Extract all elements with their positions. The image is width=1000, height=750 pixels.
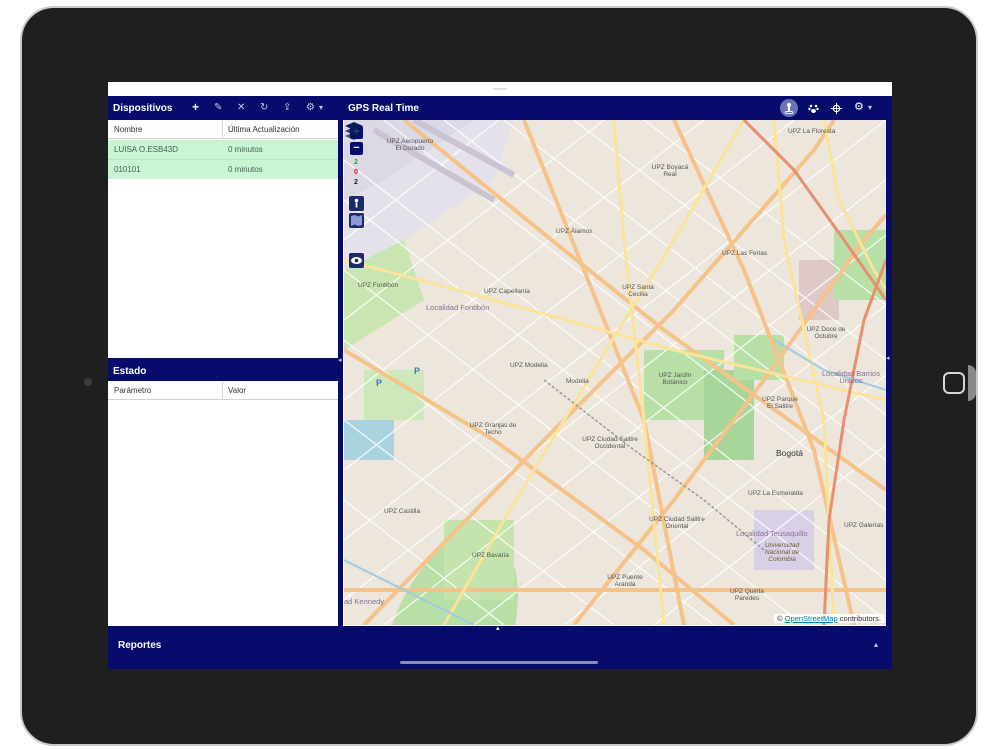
- side-button[interactable]: [968, 365, 976, 401]
- remove-icon[interactable]: ✕: [237, 103, 245, 113]
- map-label: Localidad Fontibón: [426, 303, 490, 312]
- counter-offline: 0: [354, 169, 358, 176]
- attribution-prefix: ©: [777, 614, 785, 623]
- map-label: UPZ Santa Cecilia: [622, 284, 654, 298]
- panel-splitter[interactable]: ◂: [338, 96, 343, 626]
- map-label: UPZ Jardín Botánico: [658, 372, 692, 386]
- map-label: UPZ La Esmeralda: [748, 490, 803, 497]
- devices-title: Dispositivos: [113, 103, 173, 114]
- column-nombre[interactable]: Nombre: [114, 125, 142, 134]
- chevron-down-icon[interactable]: ▾: [319, 103, 323, 113]
- map-label: UPZ Capellanía: [484, 288, 530, 295]
- map-label: Localidad Teusaquillo: [736, 529, 808, 538]
- map-label: UPZ Ciudad Salitre Occidental: [582, 436, 638, 450]
- person-location-icon[interactable]: [780, 99, 798, 117]
- map-label: UPZ La Floresta: [788, 128, 836, 135]
- map-label: UPZ Modelia: [510, 362, 548, 369]
- state-grid-header: Parámetro Valor: [108, 381, 338, 400]
- pull-handle[interactable]: [493, 88, 507, 90]
- map-view[interactable]: UPZ Aeropuerto El Dorado UPZ La Floresta…: [344, 120, 886, 625]
- column-parametro[interactable]: Parámetro: [114, 386, 151, 395]
- map-label: UPZ Parque El Salitre: [762, 396, 798, 410]
- collapse-left-icon[interactable]: ◂: [338, 356, 342, 364]
- map-label: UPZ Puente Aranda: [607, 574, 643, 588]
- counter-total: 2: [354, 179, 358, 186]
- edit-icon[interactable]: ✎: [214, 103, 222, 113]
- column-ultima-actualizacion[interactable]: Última Actualización: [228, 125, 300, 134]
- device-updated: 0 minutos: [228, 145, 263, 154]
- zoom-out-button[interactable]: −: [350, 142, 363, 155]
- parking-icon: P: [376, 378, 383, 388]
- layers-icon[interactable]: [344, 120, 364, 140]
- map-label: Localidad Barrios Unidos: [822, 369, 880, 385]
- add-icon[interactable]: +: [192, 101, 199, 113]
- home-button[interactable]: [943, 372, 965, 394]
- state-header: Estado: [108, 358, 338, 381]
- crosshair-icon[interactable]: [831, 103, 842, 114]
- table-row[interactable]: LUISA O.ESB43D 0 minutos: [108, 140, 338, 159]
- device-updated: 0 minutos: [228, 165, 263, 174]
- reportes-panel[interactable]: ▴ Reportes ▴: [108, 624, 892, 669]
- map-label: UPZ Álamos: [556, 228, 593, 235]
- state-title: Estado: [113, 366, 147, 377]
- map-label: ad Kennedy: [344, 597, 385, 606]
- gear-icon[interactable]: ⚙: [854, 102, 864, 113]
- refresh-icon[interactable]: ↻: [260, 103, 268, 113]
- map-label: UPZ Castilla: [384, 508, 421, 515]
- top-strip: [108, 82, 892, 96]
- home-indicator: [400, 661, 598, 664]
- column-valor[interactable]: Valor: [228, 386, 246, 395]
- map-layer-button[interactable]: [349, 213, 364, 228]
- map-right-border: ◂: [886, 120, 892, 626]
- counter-online: 2: [354, 159, 358, 166]
- map-title: GPS Real Time: [348, 103, 419, 114]
- table-row[interactable]: 010101 0 minutos: [108, 159, 338, 179]
- parking-icon: P: [414, 366, 421, 376]
- devices-header: Dispositivos + ✎ ✕ ↻ ⇪ ⚙ ▾: [108, 96, 338, 120]
- map-label: UPZ Granjas de Techo: [469, 422, 517, 436]
- map-label: UPZ Bavaria: [472, 552, 509, 559]
- map-label: UPZ Galerías: [844, 522, 884, 529]
- expand-up-icon[interactable]: ▴: [496, 624, 500, 632]
- map-label: Modelia: [566, 378, 589, 385]
- map-label: UPZ Aeropuerto El Dorado: [386, 138, 434, 152]
- device-name: LUISA O.ESB43D: [114, 145, 179, 154]
- settings-icon[interactable]: ⚙: [306, 103, 315, 113]
- devices-grid-header: Nombre Última Actualización: [108, 120, 338, 139]
- map-label: UPZ Las Ferias: [722, 250, 768, 257]
- map-label: Universidad Nacional de Colombia: [764, 542, 800, 563]
- person-marker-button[interactable]: [349, 196, 364, 211]
- paw-icon[interactable]: [808, 103, 819, 114]
- reportes-title: Reportes: [118, 640, 162, 651]
- camera-dot: [84, 378, 92, 386]
- map-label: UPZ Boyacá Real: [651, 164, 689, 178]
- app-screen: Dispositivos + ✎ ✕ ↻ ⇪ ⚙ ▾ Nombre Última…: [108, 82, 892, 669]
- map-label: UPZ Fontibón: [358, 282, 399, 289]
- eye-toggle-button[interactable]: [349, 253, 364, 268]
- map-label: UPZ Doce de Octubre: [806, 326, 846, 340]
- map-labels: UPZ Aeropuerto El Dorado UPZ La Floresta…: [344, 120, 886, 625]
- chevron-down-icon[interactable]: ▾: [868, 103, 872, 113]
- column-separator: [222, 120, 223, 138]
- map-label: UPZ Ciudad Salitre Oriental: [649, 516, 705, 530]
- map-label: UPZ Quinta Paredes: [730, 588, 764, 602]
- map-attribution: © OpenStreetMap contributors.: [774, 614, 884, 623]
- map-header: GPS Real Time ⚙ ▾: [343, 96, 892, 120]
- device-name: 010101: [114, 165, 141, 174]
- upload-icon[interactable]: ⇪: [283, 103, 291, 113]
- attribution-suffix: contributors.: [837, 614, 881, 623]
- chevron-up-icon[interactable]: ▴: [874, 640, 878, 649]
- column-separator: [222, 381, 223, 399]
- collapse-right-icon[interactable]: ◂: [886, 354, 890, 362]
- map-label: Bogotá: [776, 448, 803, 458]
- openstreetmap-link[interactable]: OpenStreetMap: [785, 614, 838, 623]
